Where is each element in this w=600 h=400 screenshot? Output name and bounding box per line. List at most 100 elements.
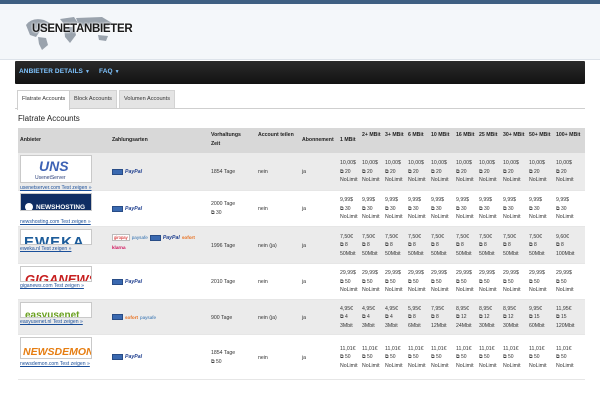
column-header[interactable]: Abonnement [302, 136, 338, 145]
connections-count: 50 [389, 354, 396, 360]
connections-value: ⧉ 20 [529, 168, 540, 177]
connections-count: 30 [412, 205, 419, 212]
price-value: 11,01€ [556, 345, 572, 352]
price-value: 29,99$ [408, 270, 424, 276]
provider-logo[interactable]: NEWSDEMON [20, 337, 92, 359]
connections-value: ⧉ 20 [456, 168, 467, 177]
credit-card-icon [112, 168, 123, 175]
account-share-value: nein (ja) [258, 242, 277, 249]
column-header[interactable]: 2+ MBit [362, 131, 382, 140]
paypal-logo: PayPal [162, 234, 180, 241]
price-value: 11,01€ [456, 345, 472, 352]
connections-value: ⧉ 50 [385, 353, 396, 362]
price-value: 29,99$ [456, 270, 472, 276]
connections-value: ⧉ 30 [408, 205, 419, 214]
site-logo[interactable]: USENETANBIETER [18, 9, 133, 53]
column-header[interactable]: 10 MBit [431, 131, 453, 140]
column-header[interactable]: 25 MBit [479, 131, 501, 140]
connections-count: 20 [344, 168, 351, 175]
connections-value: ⧉ 8 [431, 241, 439, 250]
connections-value: ⧉ 20 [431, 168, 442, 177]
paysafecard-logo: paysafe [140, 314, 157, 320]
speed-value: NoLimit [431, 362, 449, 369]
connections-count: 20 [460, 168, 467, 175]
provider-logo[interactable]: easyusenet [20, 302, 92, 318]
speed-value: NoLimit [479, 177, 497, 183]
retention-days: 1854 Tage [211, 349, 236, 356]
tab-block-accounts[interactable]: Block Accounts [69, 90, 117, 109]
connections-value: ⧉ 20 [362, 168, 373, 177]
connections-value: ⧉ 4 [362, 313, 370, 322]
speed-value: 50Mbit [431, 250, 447, 257]
speed-value: 60Mbit [529, 322, 545, 329]
column-header[interactable]: 100+ MBit [556, 131, 582, 140]
connections-count: 30 [560, 205, 567, 212]
connections-value: 30 [215, 210, 222, 216]
connections-value: ⧉ 50 [431, 278, 442, 287]
column-header[interactable]: 30+ MBit [503, 131, 525, 140]
provider-logo[interactable]: EWEKA [20, 229, 92, 245]
speed-value: 50Mbit [362, 250, 378, 257]
connections-count: 30 [389, 205, 396, 212]
column-header[interactable]: Account teilen [258, 131, 298, 140]
speed-value: 50Mbit [340, 250, 356, 257]
main-content: Flatrate Accounts Block Accounts Volumen… [15, 84, 585, 400]
connections-value: ⧉ 30 [340, 205, 351, 214]
connections-value: ⧉ 50 [479, 353, 490, 362]
connections-count: 8 [435, 242, 439, 248]
subscription-value: ja [302, 354, 307, 361]
provider-logo[interactable]: NEWSHOSTING [20, 193, 92, 211]
price-value: 10,00$ [362, 160, 378, 166]
provider-test-link[interactable]: easyusenet.nl Test zeigen » [20, 319, 83, 325]
price-value: 29,99$ [362, 270, 378, 276]
connections-value: ⧉ 50 [340, 353, 351, 362]
provider-logo-text: easyusenet [25, 310, 80, 318]
speed-value: NoLimit [503, 214, 521, 220]
connections-value: ⧉ 30 [529, 205, 540, 214]
chevron-down-icon: ▼ [84, 69, 91, 75]
tab-volumen-accounts[interactable]: Volumen Accounts [119, 90, 176, 109]
provider-test-link[interactable]: newsdemon.com Test zeigen » [20, 361, 90, 367]
column-header[interactable]: Zahlungsarten [112, 136, 192, 145]
column-header[interactable]: 3+ MBit [385, 131, 405, 140]
connections-count: 4 [389, 314, 393, 320]
nav-item-anbieter-details[interactable]: ANBIETER DETAILS ▼ [19, 68, 90, 75]
nav-item-faq[interactable]: FAQ ▼ [99, 68, 120, 75]
connections-value: ⧉ 8 [408, 313, 416, 322]
connections-value: ⧉ 4 [385, 313, 393, 322]
speed-value: NoLimit [529, 362, 547, 369]
column-header[interactable]: 1 MBit [340, 136, 360, 145]
connections-value: ⧉ 12 [479, 313, 490, 322]
price-value: 10,00$ [556, 160, 572, 166]
connections-count: 50 [366, 278, 373, 285]
price-value: 7,50€ [503, 233, 516, 240]
connections-value: ⧉ 50 [340, 278, 351, 287]
provider-test-link[interactable]: giganews.com Test zeigen » [20, 283, 84, 289]
table-row: NEWSDEMON newsdemon.com Test zeigen » PayP… [18, 335, 585, 380]
table-row: easyusenet easyusenet.nl Test zeigen » sof… [18, 300, 585, 335]
provider-logo[interactable]: UNS UsenetServer [20, 155, 92, 183]
speed-value: 50Mbit [479, 250, 495, 257]
connections-value: ⧉ 50 [479, 278, 490, 287]
table-row: UNS UsenetServer usenetserver.com Test zei… [18, 153, 585, 191]
connections-count: 8 [389, 242, 393, 248]
provider-logo[interactable]: GIGANEWS [20, 266, 92, 282]
price-value: 29,99$ [340, 270, 356, 276]
connections-value: ⧉ 50 [456, 278, 467, 287]
column-header[interactable]: 50+ MBit [529, 131, 553, 140]
speed-value: NoLimit [529, 214, 547, 220]
sofort-logo: sofort [181, 235, 195, 240]
connections-value: ⧉ 8 [529, 241, 537, 250]
speed-value: 3Mbit [340, 322, 353, 329]
logo-mark-icon: UNS [39, 158, 69, 174]
column-header[interactable]: 6 MBit [408, 131, 428, 140]
section-title: Flatrate Accounts [18, 114, 80, 123]
tab-divider [15, 108, 585, 109]
speed-value: NoLimit [385, 287, 403, 293]
provider-test-link[interactable]: newshosting.com Test zeigen » [20, 219, 91, 225]
column-header[interactable]: Vorhaltungs Zeit [211, 131, 251, 148]
tab-flatrate-accounts[interactable]: Flatrate Accounts [17, 90, 71, 110]
column-header[interactable]: Anbieter [20, 136, 100, 145]
provider-test-link[interactable]: eweka.nl Test zeigen » [20, 246, 71, 252]
column-header[interactable]: 16 MBit [456, 131, 476, 140]
